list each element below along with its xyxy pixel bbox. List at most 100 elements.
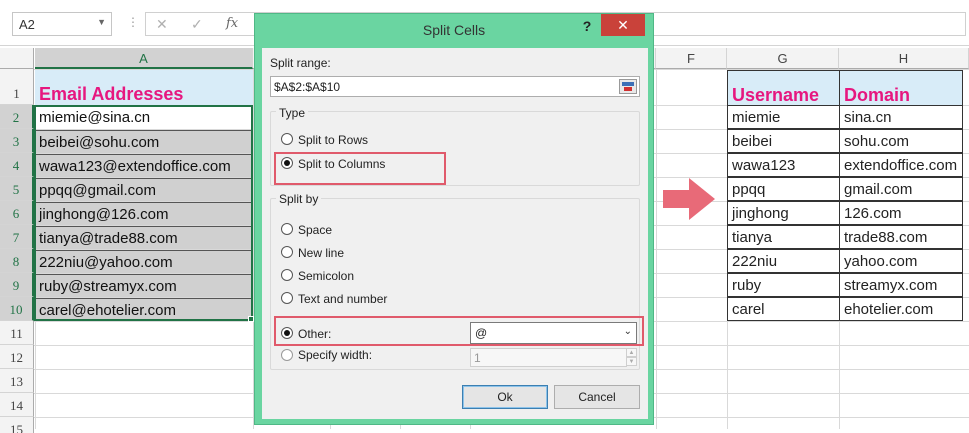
name-box-value: A2 bbox=[19, 17, 35, 32]
fx-icon[interactable]: fx bbox=[226, 16, 238, 31]
type-label: Type bbox=[276, 106, 309, 120]
width-value: 1 bbox=[474, 351, 481, 365]
chevron-down-icon[interactable]: ▼ bbox=[97, 17, 106, 27]
new-line-radio[interactable] bbox=[281, 246, 293, 258]
other-label[interactable]: Other: bbox=[298, 327, 331, 341]
domain-cell[interactable]: trade88.com bbox=[839, 225, 963, 249]
split-range-value: $A$2:$A$10 bbox=[274, 80, 341, 94]
username-cell[interactable]: jinghong bbox=[727, 201, 840, 225]
split-rows-radio[interactable] bbox=[281, 133, 293, 145]
email-cell[interactable]: beibei@sohu.com bbox=[35, 130, 253, 153]
row-header-7[interactable]: 7 bbox=[0, 225, 34, 249]
split-cells-dialog: Split Cells ? ✕ Split range: $A$2:$A$10 … bbox=[254, 13, 654, 425]
specify-width-label[interactable]: Specify width: bbox=[298, 348, 372, 362]
email-cell[interactable]: 222niu@yahoo.com bbox=[35, 250, 253, 273]
column-header-f[interactable]: F bbox=[656, 48, 727, 69]
other-radio[interactable] bbox=[281, 327, 293, 339]
split-range-input[interactable]: $A$2:$A$10 bbox=[270, 76, 640, 97]
domain-cell[interactable]: extendoffice.com bbox=[839, 153, 963, 177]
ok-button[interactable]: Ok bbox=[462, 385, 548, 409]
row-header-6[interactable]: 6 bbox=[0, 201, 34, 225]
email-cell[interactable]: miemie@sina.cn bbox=[35, 106, 253, 129]
new-line-label[interactable]: New line bbox=[298, 246, 344, 260]
username-cell[interactable]: beibei bbox=[727, 129, 840, 153]
row-header-3[interactable]: 3 bbox=[0, 129, 34, 153]
username-header-cell[interactable]: Username bbox=[727, 70, 840, 105]
domain-header-cell[interactable]: Domain bbox=[839, 70, 963, 105]
semicolon-radio[interactable] bbox=[281, 269, 293, 281]
formula-buttons: ✕ ✓ fx bbox=[145, 12, 257, 36]
range-picker-icon[interactable] bbox=[619, 79, 637, 94]
row-header-13[interactable]: 13 bbox=[0, 369, 34, 393]
domain-cell[interactable]: sina.cn bbox=[839, 105, 963, 129]
chevron-down-icon[interactable]: ⌄ bbox=[624, 326, 632, 337]
space-radio[interactable] bbox=[281, 223, 293, 235]
row-header-8[interactable]: 8 bbox=[0, 249, 34, 273]
row-header-5[interactable]: 5 bbox=[0, 177, 34, 201]
column-header-g[interactable]: G bbox=[727, 48, 839, 69]
row-number: 5 bbox=[12, 182, 20, 197]
domain-cell[interactable]: yahoo.com bbox=[839, 249, 963, 273]
specify-width-radio[interactable] bbox=[281, 349, 293, 361]
domain-cell[interactable]: ehotelier.com bbox=[839, 297, 963, 321]
help-icon[interactable]: ? bbox=[579, 18, 595, 34]
username-cell[interactable]: miemie bbox=[727, 105, 840, 129]
row-header-15[interactable]: 15 bbox=[0, 417, 34, 433]
split-columns-radio[interactable] bbox=[281, 157, 293, 169]
column-header-h[interactable]: H bbox=[839, 48, 969, 69]
checkmark-icon[interactable]: ✓ bbox=[191, 16, 203, 33]
username-cell[interactable]: tianya bbox=[727, 225, 840, 249]
close-icon[interactable]: ✕ bbox=[601, 14, 645, 36]
username-cell[interactable]: 222niu bbox=[727, 249, 840, 273]
username-cell[interactable]: wawa123 bbox=[727, 153, 840, 177]
gridline bbox=[656, 69, 657, 429]
text-and-number-label[interactable]: Text and number bbox=[298, 292, 387, 306]
split-columns-label[interactable]: Split to Columns bbox=[298, 157, 385, 171]
row-header-2[interactable]: 2 bbox=[0, 105, 34, 129]
semicolon-label[interactable]: Semicolon bbox=[298, 269, 354, 283]
row-number: 1 bbox=[13, 86, 20, 101]
email-header-cell[interactable]: Email Addresses bbox=[35, 70, 253, 105]
width-spinner[interactable]: 1 ▲ ▼ bbox=[470, 348, 637, 367]
row-header-9[interactable]: 9 bbox=[0, 273, 34, 297]
space-label[interactable]: Space bbox=[298, 223, 332, 237]
row-number: 9 bbox=[12, 278, 20, 293]
other-delimiter-value: @ bbox=[475, 326, 488, 340]
row-number: 14 bbox=[10, 398, 23, 413]
row-number: 7 bbox=[12, 230, 20, 245]
text-and-number-radio[interactable] bbox=[281, 292, 293, 304]
email-cell[interactable]: ruby@streamyx.com bbox=[35, 274, 253, 297]
row-header-4[interactable]: 4 bbox=[0, 153, 34, 177]
grip-icon: ⋮ bbox=[127, 15, 139, 29]
row-header-1[interactable]: 1 bbox=[0, 69, 34, 105]
domain-cell[interactable]: 126.com bbox=[839, 201, 963, 225]
other-delimiter-select[interactable]: @ ⌄ bbox=[470, 322, 637, 344]
row-header-11[interactable]: 11 bbox=[0, 321, 34, 345]
cancel-button[interactable]: Cancel bbox=[554, 385, 640, 409]
email-cell[interactable]: tianya@trade88.com bbox=[35, 226, 253, 249]
dialog-body: Split range: $A$2:$A$10 Type Split to Ro… bbox=[262, 48, 648, 419]
username-cell[interactable]: carel bbox=[727, 297, 840, 321]
row-header-12[interactable]: 12 bbox=[0, 345, 34, 369]
domain-cell[interactable]: streamyx.com bbox=[839, 273, 963, 297]
split-by-label: Split by bbox=[276, 192, 322, 206]
split-rows-label[interactable]: Split to Rows bbox=[298, 133, 368, 147]
name-box[interactable]: A2 ▼ bbox=[12, 12, 112, 36]
row-header-14[interactable]: 14 bbox=[0, 393, 34, 417]
username-cell[interactable]: ppqq bbox=[727, 177, 840, 201]
domain-cell[interactable]: gmail.com bbox=[839, 177, 963, 201]
email-cell[interactable]: jinghong@126.com bbox=[35, 202, 253, 225]
spin-down-icon[interactable]: ▼ bbox=[626, 357, 637, 366]
row-header-10[interactable]: 10 bbox=[0, 297, 34, 321]
cancel-icon[interactable]: ✕ bbox=[156, 16, 168, 33]
email-cell[interactable]: carel@ehotelier.com bbox=[35, 298, 253, 321]
spin-up-icon[interactable]: ▲ bbox=[626, 348, 637, 357]
split-range-label: Split range: bbox=[270, 56, 331, 70]
domain-cell[interactable]: sohu.com bbox=[839, 129, 963, 153]
column-header-a[interactable]: A bbox=[35, 48, 253, 69]
email-cell[interactable]: ppqq@gmail.com bbox=[35, 178, 253, 201]
row-number: 8 bbox=[12, 254, 20, 269]
email-cell[interactable]: wawa123@extendoffice.com bbox=[35, 154, 253, 177]
select-all-corner[interactable] bbox=[0, 48, 34, 69]
username-cell[interactable]: ruby bbox=[727, 273, 840, 297]
